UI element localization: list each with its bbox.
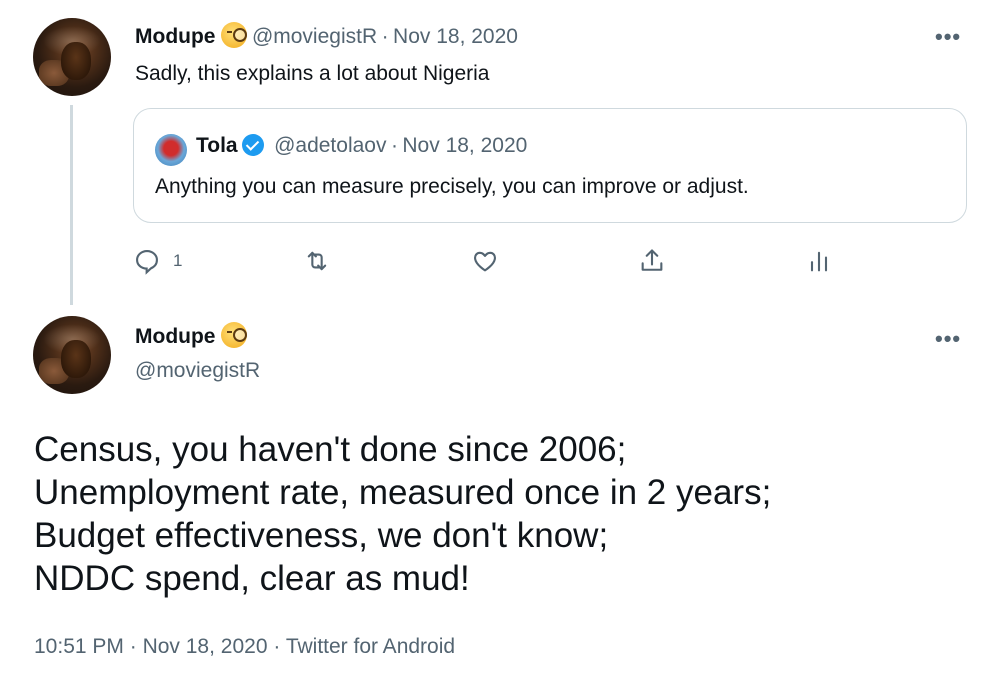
monocle-face-emoji-icon: [221, 22, 248, 48]
quoted-tweet-header: Tola @adetolaov · Nov 18, 2020: [196, 134, 527, 158]
analytics-button[interactable]: [805, 245, 833, 277]
quoted-tweet[interactable]: Tola @adetolaov · Nov 18, 2020 Anything …: [133, 108, 967, 223]
analytics-icon: [810, 251, 828, 272]
quoted-author-handle: @adetolaov: [274, 134, 387, 157]
tweet-actions: 1: [133, 245, 833, 281]
tweet-time[interactable]: 10:51 PM: [34, 635, 124, 658]
separator-dot: ·: [390, 134, 398, 157]
retweet-icon: [307, 251, 327, 271]
more-options-icon[interactable]: •••: [935, 24, 961, 50]
main-tweet-header: Modupe: [135, 322, 248, 349]
reply-button[interactable]: 1: [133, 245, 182, 277]
tweet-header: Modupe @moviegistR · Nov 18, 2020: [135, 22, 518, 49]
tweet-line: NDDC spend, clear as mud!: [34, 559, 470, 598]
quoted-author-name: Tola: [196, 134, 238, 157]
reply-icon: [136, 250, 158, 275]
avatar[interactable]: [33, 316, 111, 394]
author-name[interactable]: Modupe: [135, 325, 215, 348]
separator-dot: ·: [129, 635, 137, 658]
tweet-line: Census, you haven't done since 2006;: [34, 430, 627, 469]
quoted-tweet-text: Anything you can measure precisely, you …: [155, 175, 749, 198]
share-button[interactable]: [638, 245, 666, 277]
monocle-face-emoji-icon: [221, 322, 248, 348]
tweet-metadata: 10:51 PM · Nov 18, 2020 · Twitter for An…: [34, 635, 455, 659]
tweet-source[interactable]: Twitter for Android: [286, 635, 455, 658]
tweet-date[interactable]: Nov 18, 2020: [143, 635, 268, 658]
retweet-button[interactable]: [303, 245, 331, 277]
verified-badge-icon: [241, 134, 264, 156]
tweet-body: Census, you haven't done since 2006; Une…: [34, 428, 771, 600]
separator-dot: ·: [273, 635, 281, 658]
quoted-avatar: [155, 134, 187, 166]
reply-count: 1: [173, 251, 183, 270]
separator-dot: ·: [381, 25, 389, 48]
author-name[interactable]: Modupe: [135, 25, 215, 48]
tweet-date[interactable]: Nov 18, 2020: [393, 25, 518, 48]
thread-connector-line: [70, 105, 73, 305]
tweet-text: Sadly, this explains a lot about Nigeria: [135, 62, 490, 85]
tweet-line: Budget effectiveness, we don't know;: [34, 516, 609, 555]
quoted-tweet-date: Nov 18, 2020: [402, 134, 528, 157]
tweet-line: Unemployment rate, measured once in 2 ye…: [34, 473, 772, 512]
more-options-icon[interactable]: •••: [935, 326, 961, 352]
like-icon: [474, 251, 496, 272]
author-handle[interactable]: @moviegistR: [135, 359, 260, 383]
share-icon: [641, 249, 663, 271]
author-handle[interactable]: @moviegistR: [252, 25, 377, 48]
like-button[interactable]: [471, 245, 499, 277]
avatar[interactable]: [33, 18, 111, 96]
